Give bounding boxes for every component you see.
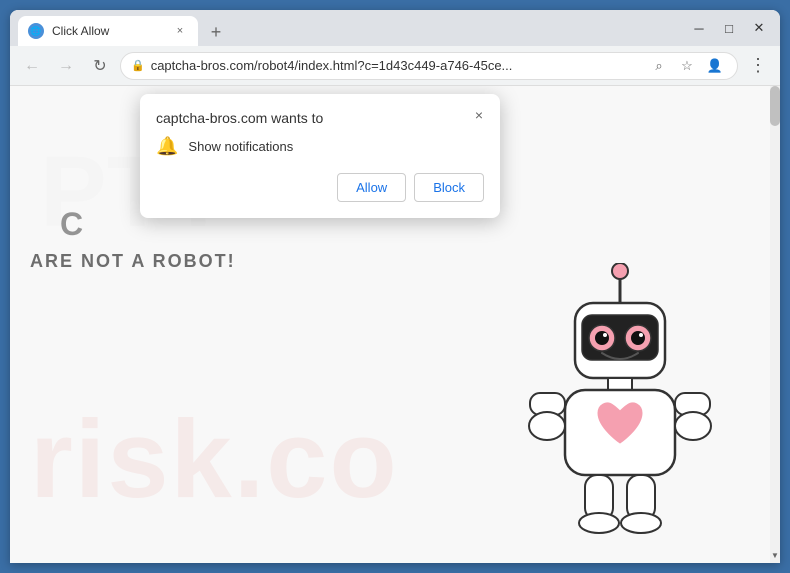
tab-close-button[interactable]: ×: [172, 23, 188, 39]
block-button[interactable]: Block: [414, 173, 484, 202]
close-button[interactable]: ✕: [746, 15, 772, 41]
captcha-partial-text: C: [60, 206, 83, 243]
scrollbar-thumb[interactable]: [770, 86, 780, 126]
tab-title: Click Allow: [52, 24, 164, 38]
scroll-down-button[interactable]: ▼: [770, 547, 780, 563]
back-button[interactable]: ←: [18, 52, 46, 80]
forward-button[interactable]: →: [52, 52, 80, 80]
lock-icon: 🔒: [131, 59, 145, 72]
search-icon[interactable]: ⌕: [647, 54, 671, 78]
maximize-button[interactable]: □: [716, 15, 742, 41]
tab-favicon: 🌐: [28, 23, 44, 39]
bookmark-icon[interactable]: ☆: [675, 54, 699, 78]
browser-window: 🌐 Click Allow × + ─ □ ✕ ← → ↻ 🔒 captcha-…: [10, 10, 780, 563]
risk-watermark: risk.co: [30, 396, 399, 523]
notification-popup: × captcha-bros.com wants to 🔔 Show notif…: [140, 94, 500, 218]
allow-button[interactable]: Allow: [337, 173, 406, 202]
notification-close-button[interactable]: ×: [468, 104, 490, 126]
minimize-button[interactable]: ─: [686, 15, 712, 41]
tab-area: 🌐 Click Allow × +: [18, 10, 686, 46]
url-box[interactable]: 🔒 captcha-bros.com/robot4/index.html?c=1…: [120, 52, 738, 80]
notification-description: Show notifications: [188, 139, 293, 154]
scrollbar[interactable]: ▲ ▼: [770, 86, 780, 563]
robot-illustration: [520, 263, 720, 543]
not-robot-text: ARE NOT A ROBOT!: [30, 251, 236, 272]
new-tab-button[interactable]: +: [202, 18, 230, 46]
refresh-button[interactable]: ↻: [86, 52, 114, 80]
title-bar: 🌐 Click Allow × + ─ □ ✕: [10, 10, 780, 46]
url-icons: ⌕ ☆ 👤: [647, 54, 727, 78]
window-controls: ─ □ ✕: [686, 15, 772, 41]
chrome-menu-button[interactable]: ⋮: [744, 52, 772, 80]
notification-actions: Allow Block: [156, 173, 484, 202]
notification-title: captcha-bros.com wants to: [156, 110, 484, 126]
address-bar: ← → ↻ 🔒 captcha-bros.com/robot4/index.ht…: [10, 46, 780, 86]
page-content: PTT risk.co C ARE NOT A ROBOT!: [10, 86, 780, 563]
url-text: captcha-bros.com/robot4/index.html?c=1d4…: [151, 58, 641, 73]
bell-icon: 🔔: [156, 136, 178, 157]
account-icon[interactable]: 👤: [703, 54, 727, 78]
notification-row: 🔔 Show notifications: [156, 136, 484, 157]
active-tab[interactable]: 🌐 Click Allow ×: [18, 16, 198, 46]
